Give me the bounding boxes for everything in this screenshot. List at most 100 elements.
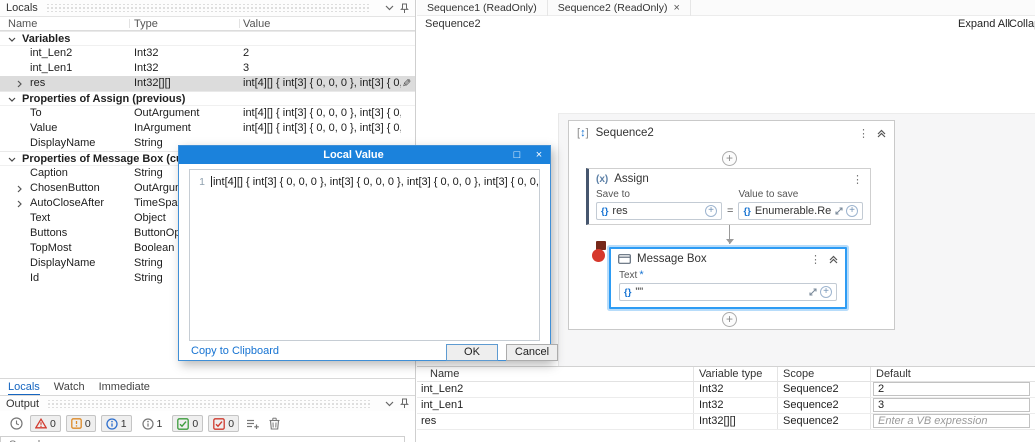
collapse-icon[interactable] bbox=[829, 255, 838, 264]
success-filter-button[interactable]: 0 bbox=[172, 415, 204, 432]
save-to-field[interactable]: {} res + bbox=[596, 202, 722, 220]
tab-watch[interactable]: Watch bbox=[54, 379, 85, 396]
cell-type: Int32 bbox=[699, 399, 724, 411]
chevron-down-icon[interactable] bbox=[8, 37, 16, 42]
kebab-menu-icon[interactable]: ⋮ bbox=[858, 127, 869, 140]
table-row[interactable]: int_Len1 Int32 3 bbox=[0, 61, 415, 76]
messagebox-text-field[interactable]: {} "" + bbox=[619, 283, 837, 301]
expand-all-button[interactable]: Expand All bbox=[958, 18, 1010, 30]
cell-value: 3 bbox=[243, 62, 250, 74]
close-icon[interactable]: × bbox=[528, 149, 550, 161]
table-row-selected[interactable]: res Int32[][] int[4][] { int[3] { 0, 0, … bbox=[0, 76, 415, 91]
collapse-icon[interactable] bbox=[877, 129, 886, 138]
column-divider[interactable] bbox=[129, 19, 130, 28]
default-value-input-placeholder[interactable]: Enter a VB expression bbox=[873, 414, 1030, 428]
cell-name: res bbox=[421, 415, 437, 427]
cell-value: int[4][] { int[3] { 0, 0, 0 }, int[3] { … bbox=[243, 77, 401, 89]
default-value-input[interactable]: 2 bbox=[873, 382, 1030, 396]
breakpoint-icon[interactable] bbox=[592, 249, 605, 262]
messagebox-activity-selected[interactable]: Message Box ⋮ Text * {} "" + bbox=[609, 247, 847, 309]
group-row-variables[interactable]: Variables bbox=[0, 31, 415, 46]
warnings-filter-button[interactable]: 0 bbox=[65, 415, 96, 432]
column-divider bbox=[693, 367, 694, 381]
cell-type: Int32[][] bbox=[134, 77, 171, 89]
save-to-label: Save to bbox=[596, 189, 630, 200]
edit-value-icon[interactable]: ✎ bbox=[402, 77, 411, 92]
collapse-all-button[interactable]: Collapse All bbox=[1009, 18, 1035, 30]
kebab-menu-icon[interactable]: ⋮ bbox=[810, 253, 821, 266]
kebab-menu-icon[interactable]: ⋮ bbox=[852, 173, 863, 186]
tab-sequence2[interactable]: Sequence2 (ReadOnly) × bbox=[548, 0, 691, 16]
column-divider bbox=[693, 382, 694, 397]
add-to-watch-icon[interactable] bbox=[246, 418, 260, 430]
dialog-title-bar[interactable]: Local Value □ × bbox=[179, 146, 550, 164]
ok-button[interactable]: OK bbox=[446, 344, 498, 361]
tab-immediate[interactable]: Immediate bbox=[99, 379, 150, 396]
cancel-button[interactable]: Cancel bbox=[506, 344, 558, 361]
tab-sequence1[interactable]: Sequence1 (ReadOnly) bbox=[417, 0, 548, 16]
trace-filter-button[interactable]: 1 bbox=[137, 415, 168, 432]
col-scope[interactable]: Scope bbox=[783, 367, 814, 382]
chevron-down-icon[interactable] bbox=[385, 401, 394, 407]
drag-grip[interactable] bbox=[45, 4, 371, 12]
info-filter-button[interactable]: 1 bbox=[100, 415, 132, 432]
add-activity-button[interactable]: + bbox=[722, 151, 737, 166]
plus-circle-icon[interactable]: + bbox=[846, 205, 858, 217]
messagebox-title: Message Box bbox=[637, 253, 707, 265]
col-name[interactable]: Name bbox=[430, 367, 459, 382]
variable-row[interactable]: int_Len1 Int32 Sequence2 3 bbox=[417, 398, 1035, 414]
plus-circle-icon[interactable]: + bbox=[705, 205, 717, 217]
col-variable-type[interactable]: Variable type bbox=[699, 367, 762, 382]
output-panel-title: Output bbox=[6, 397, 40, 410]
pin-icon[interactable] bbox=[400, 3, 409, 14]
close-tab-icon[interactable]: × bbox=[673, 2, 679, 14]
pin-icon[interactable] bbox=[400, 398, 409, 409]
assign-header[interactable]: (x) Assign ⋮ bbox=[589, 169, 870, 189]
expression-editor[interactable]: 1 int[4][] { int[3] { 0, 0, 0 }, int[3] … bbox=[189, 169, 540, 341]
plus-circle-icon[interactable]: + bbox=[820, 286, 832, 298]
chevron-down-icon[interactable] bbox=[8, 97, 16, 102]
column-divider bbox=[870, 382, 871, 397]
maximize-icon[interactable]: □ bbox=[506, 149, 528, 161]
col-name[interactable]: Name bbox=[8, 18, 37, 30]
locals-panel-header[interactable]: Locals bbox=[0, 0, 415, 16]
failed-count: 0 bbox=[228, 417, 235, 430]
chevron-down-icon[interactable] bbox=[8, 157, 16, 162]
messagebox-header[interactable]: Message Box ⋮ bbox=[611, 249, 845, 269]
default-value-input[interactable]: 3 bbox=[873, 398, 1030, 412]
tab-locals[interactable]: Locals bbox=[8, 379, 40, 396]
table-row[interactable]: To OutArgument int[4][] { int[3] { 0, 0,… bbox=[0, 106, 415, 121]
timestamp-toggle-icon[interactable] bbox=[10, 417, 23, 430]
group-row-assign-props[interactable]: Properties of Assign (previous) bbox=[0, 91, 415, 106]
errors-filter-button[interactable]: 0 bbox=[30, 415, 61, 432]
col-default[interactable]: Default bbox=[876, 367, 911, 382]
search-input[interactable] bbox=[0, 436, 405, 442]
chevron-right-icon[interactable] bbox=[17, 200, 22, 208]
sequence-header[interactable]: [↕] Sequence2 ⋮ bbox=[569, 121, 894, 145]
breadcrumb[interactable]: Sequence2 bbox=[425, 18, 481, 30]
chevron-right-icon[interactable] bbox=[17, 185, 22, 193]
chevron-down-icon[interactable] bbox=[385, 5, 394, 11]
expand-editor-icon[interactable] bbox=[809, 288, 817, 296]
chevron-right-icon[interactable] bbox=[17, 80, 22, 88]
add-activity-button[interactable]: + bbox=[722, 312, 737, 327]
assign-activity[interactable]: (x) Assign ⋮ Save to {} res + = Value to… bbox=[586, 168, 871, 225]
expand-editor-icon[interactable] bbox=[835, 207, 843, 215]
failed-filter-button[interactable]: 0 bbox=[208, 415, 240, 432]
table-row[interactable]: Value InArgument int[4][] { int[3] { 0, … bbox=[0, 121, 415, 136]
variable-row[interactable]: res Int32[][] Sequence2 Enter a VB expre… bbox=[417, 414, 1035, 430]
variable-row[interactable]: int_Len2 Int32 Sequence2 2 bbox=[417, 382, 1035, 398]
column-divider[interactable] bbox=[239, 19, 240, 28]
studio-debug-screen: Locals Name Type Value Variables int_Len… bbox=[0, 0, 1035, 442]
col-value[interactable]: Value bbox=[243, 18, 270, 30]
output-toolbar: 0 0 1 1 0 0 bbox=[0, 412, 415, 435]
drag-grip[interactable] bbox=[47, 399, 371, 408]
col-type[interactable]: Type bbox=[134, 18, 158, 30]
sequence-activity[interactable]: [↕] Sequence2 ⋮ + (x) Assign ⋮ Save to {… bbox=[568, 120, 895, 330]
clear-output-trash-icon[interactable] bbox=[269, 417, 280, 430]
save-to-value: res bbox=[612, 205, 628, 217]
table-row[interactable]: int_Len2 Int32 2 bbox=[0, 46, 415, 61]
output-panel-header[interactable]: Output bbox=[0, 395, 415, 411]
copy-to-clipboard-link[interactable]: Copy to Clipboard bbox=[191, 345, 279, 357]
value-to-save-field[interactable]: {} Enumerable.Repeat(N + bbox=[738, 202, 863, 220]
